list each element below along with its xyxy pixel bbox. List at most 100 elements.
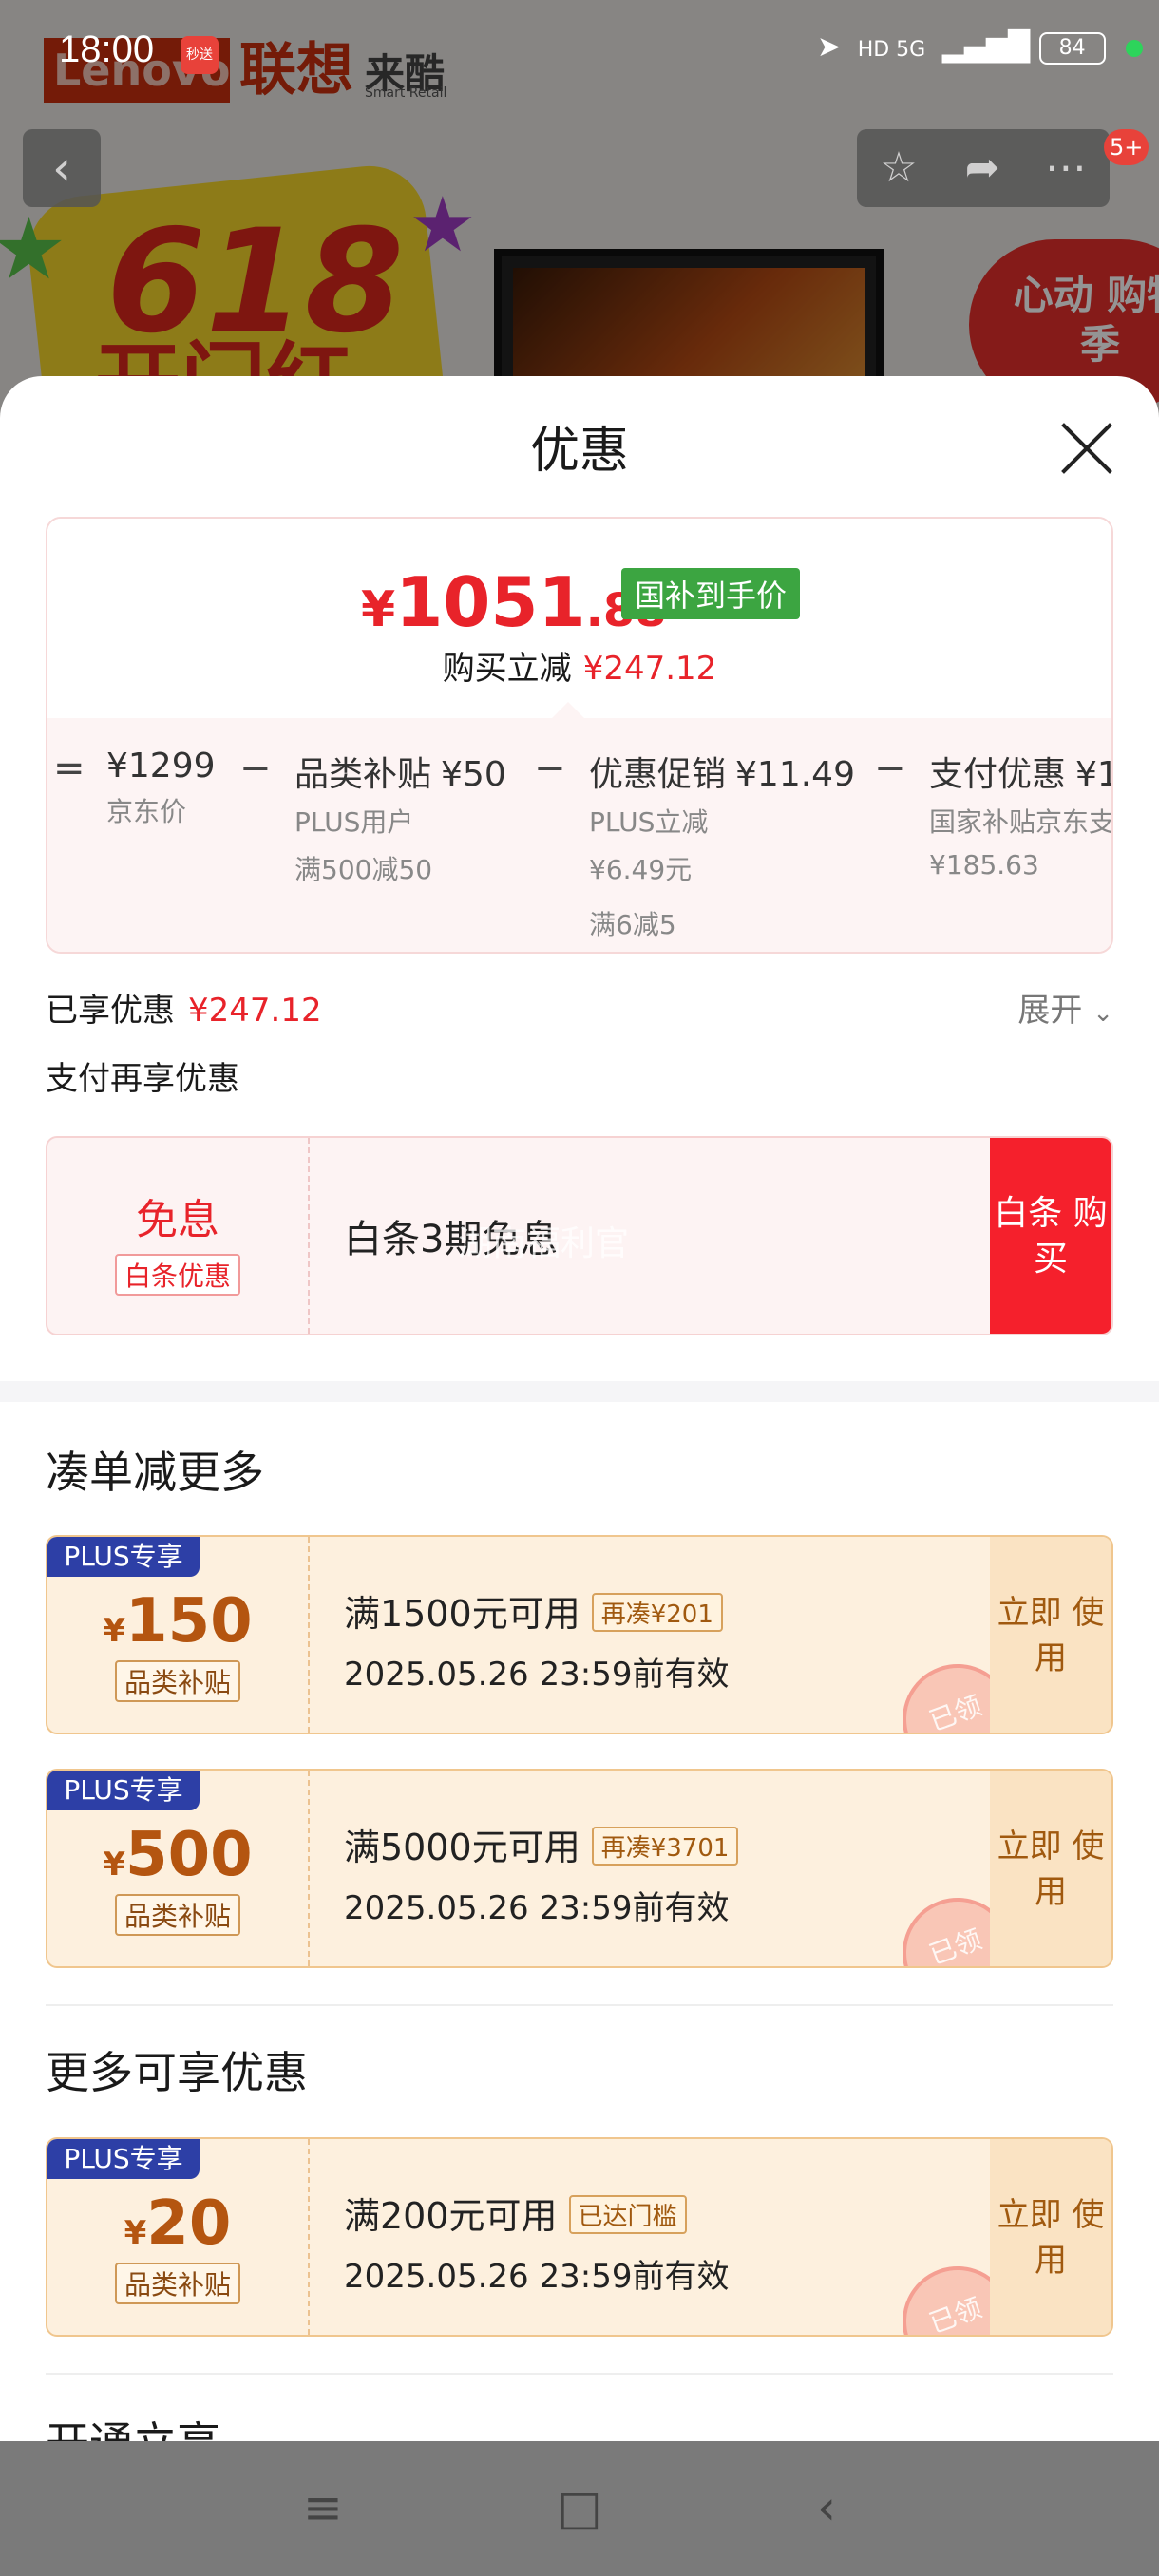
breakdown-category-subsidy: 品类补贴 ¥50 PLUS用户 满500减50 bbox=[294, 747, 506, 887]
coupon-condition: 满1500元可用 bbox=[344, 1593, 580, 1635]
section-title-more: 凑单减更多 bbox=[46, 1447, 264, 1498]
plus-exclusive-badge: PLUS专享 bbox=[48, 1537, 200, 1577]
minus-sign: − bbox=[534, 747, 566, 790]
instant-discount-row: 购买立减 ¥247.12 bbox=[48, 642, 1112, 689]
minus-sign: − bbox=[874, 747, 906, 790]
coupon-amount: ¥500 bbox=[48, 1820, 308, 1890]
baitiao-tag: 白条优惠 bbox=[114, 1254, 240, 1296]
network-label: HD 5G bbox=[857, 38, 926, 62]
home-icon[interactable]: □ bbox=[542, 2479, 618, 2536]
back-button[interactable]: ‹ bbox=[23, 129, 101, 207]
coupon-tag: 品类补贴 bbox=[114, 1660, 240, 1702]
enjoyed-label: 已享优惠 bbox=[46, 992, 175, 1030]
coupon-expiry: 2025.05.26 23:59前有效 bbox=[344, 1889, 730, 1927]
price-yen: ¥ bbox=[361, 581, 396, 638]
coupon-amount: ¥150 bbox=[48, 1586, 308, 1657]
status-bar: 18:00 秒送 ➤ HD 5G ▂▄▆█ 84 bbox=[0, 0, 1159, 106]
promotion-note1: PLUS立减 bbox=[589, 806, 709, 838]
app-notification-icon: 秒送 bbox=[180, 36, 218, 74]
price-summary-card: ¥1051.88 国补到手价 购买立减¥247.12 = ¥1299 京东价 −… bbox=[46, 517, 1113, 954]
price-top: ¥1051.88 国补到手价 购买立减¥247.12 bbox=[48, 519, 1112, 718]
coupon-tag: 品类补贴 bbox=[114, 1894, 240, 1936]
divider bbox=[46, 2004, 1113, 2006]
breakdown-payment: 支付优惠¥1 国家补贴京东支 ¥185.63 bbox=[929, 747, 1113, 881]
coupon-card[interactable]: ¥150 品类补贴 PLUS专享 满1500元可用 再凑¥201 2025.05.… bbox=[46, 1535, 1113, 1734]
back-icon[interactable]: ‹ bbox=[788, 2479, 864, 2536]
coupon-condition: 满5000元可用 bbox=[344, 1827, 580, 1868]
system-nav-bar: ≡ □ ‹ bbox=[0, 2441, 1159, 2576]
coupon-chip: 再凑¥201 bbox=[591, 1593, 723, 1632]
price-integer: 1051 bbox=[395, 562, 586, 642]
coupon-card[interactable]: ¥20 品类补贴 PLUS专享 满200元可用 已达门槛 2025.05.26 2… bbox=[46, 2137, 1113, 2337]
category-subsidy-note2: 满500减50 bbox=[294, 854, 433, 885]
baitiao-buy-button[interactable]: 白条 购买 bbox=[990, 1138, 1112, 1334]
section-title-available: 更多可享优惠 bbox=[46, 2047, 308, 2098]
plus-exclusive-badge: PLUS专享 bbox=[48, 1771, 200, 1810]
category-subsidy-note1: PLUS用户 bbox=[294, 806, 414, 838]
enjoyed-discount-row: 已享优惠 ¥247.12 展开 ⌄ bbox=[46, 984, 1113, 1031]
more-icon[interactable]: ⋯ bbox=[1024, 129, 1108, 207]
use-now-button[interactable]: 立即 使用 bbox=[990, 2139, 1112, 2335]
jd-price-value: ¥1299 bbox=[106, 747, 216, 786]
coupon-details: 满1500元可用 再凑¥201 2025.05.26 23:59前有效 bbox=[344, 1584, 729, 1695]
coupon-yen: ¥ bbox=[124, 2214, 147, 2252]
close-icon[interactable] bbox=[1056, 418, 1117, 479]
coupon-details: 满200元可用 已达门槛 2025.05.26 23:59前有效 bbox=[344, 2187, 729, 2297]
coupon-yen: ¥ bbox=[103, 1612, 126, 1650]
watermark-text: 湖南福利官 bbox=[458, 1224, 630, 1263]
coupon-condition: 满200元可用 bbox=[344, 2195, 558, 2237]
coupon-expiry: 2025.05.26 23:59前有效 bbox=[344, 2258, 730, 2296]
promotion-value: ¥11.49 bbox=[735, 755, 855, 794]
pay-more-heading: 支付再享优惠 bbox=[46, 1060, 239, 1098]
baitiao-title: 免息 bbox=[136, 1196, 219, 1244]
expand-button[interactable]: 展开 ⌄ bbox=[1017, 984, 1113, 1031]
notification-badge: 5+ bbox=[1104, 129, 1150, 165]
chevron-down-icon: ⌄ bbox=[1092, 999, 1113, 1028]
enjoyed-amount: ¥247.12 bbox=[188, 992, 322, 1030]
share-icon[interactable]: ➦ bbox=[940, 129, 1024, 207]
section-separator bbox=[0, 1381, 1159, 1402]
discount-sheet: 优惠 ¥1051.88 国补到手价 购买立减¥247.12 = ¥1299 京东… bbox=[0, 376, 1159, 2441]
coupon-amount-value: 20 bbox=[146, 2188, 232, 2259]
divider bbox=[46, 2373, 1113, 2375]
coupon-card[interactable]: ¥500 品类补贴 PLUS专享 满5000元可用 再凑¥3701 2025.05… bbox=[46, 1769, 1113, 1968]
promotion-note2: ¥6.49元 bbox=[589, 854, 693, 885]
promotion-label: 优惠促销 bbox=[589, 755, 727, 794]
top-actions-bar: ☆ ➦ ⋯ bbox=[857, 129, 1110, 207]
section-title-open: 开通立享 bbox=[46, 2409, 220, 2441]
breakdown-promotion: 优惠促销 ¥11.49 PLUS立减 ¥6.49元 满6减5 bbox=[589, 747, 855, 942]
subsidy-badge: 国补到手价 bbox=[621, 568, 801, 619]
baitiao-offer-card[interactable]: 免息 白条优惠 白条3期免息 湖南福利官 白条 购买 bbox=[46, 1136, 1113, 1335]
chevron-left-icon: ‹ bbox=[52, 141, 71, 196]
payment-label: 支付优惠 bbox=[929, 755, 1067, 794]
signal-icon: ▂▄▆█ bbox=[941, 30, 1031, 64]
location-icon: ➤ bbox=[817, 30, 842, 64]
battery-icon: 84 bbox=[1038, 31, 1106, 65]
expand-label: 展开 bbox=[1017, 992, 1083, 1030]
price-breakdown[interactable]: = ¥1299 京东价 − 品类补贴 ¥50 PLUS用户 满500减50 − 优… bbox=[48, 718, 1113, 952]
use-now-button[interactable]: 立即 使用 bbox=[990, 1537, 1112, 1733]
coupon-amount-value: 500 bbox=[125, 1820, 253, 1890]
plus-exclusive-badge: PLUS专享 bbox=[48, 2139, 200, 2179]
payment-note1: 国家补贴京东支 bbox=[929, 806, 1113, 838]
status-time: 18:00 bbox=[59, 28, 155, 70]
use-now-button[interactable]: 立即 使用 bbox=[990, 1771, 1112, 1966]
payment-value: ¥1 bbox=[1075, 755, 1112, 794]
coupon-expiry: 2025.05.26 23:59前有效 bbox=[344, 1656, 730, 1694]
favorite-star-icon[interactable]: ☆ bbox=[857, 129, 940, 207]
privacy-indicator-dot bbox=[1126, 39, 1144, 57]
menu-icon[interactable]: ≡ bbox=[285, 2479, 361, 2536]
minus-sign: − bbox=[239, 747, 272, 790]
category-subsidy-value: ¥50 bbox=[441, 755, 506, 794]
instant-label: 购买立减 bbox=[442, 650, 572, 688]
coupon-chip: 已达门槛 bbox=[568, 2195, 687, 2234]
coupon-tag: 品类补贴 bbox=[114, 2263, 240, 2304]
category-subsidy-label: 品类补贴 bbox=[294, 755, 432, 794]
jd-price-label: 京东价 bbox=[106, 796, 187, 827]
coupon-amount-value: 150 bbox=[125, 1586, 253, 1657]
breakdown-jd-price: ¥1299 京东价 bbox=[106, 747, 216, 831]
payment-note2: ¥185.63 bbox=[929, 849, 1039, 881]
promotion-note3: 满6减5 bbox=[589, 909, 676, 940]
instant-amount: ¥247.12 bbox=[582, 650, 717, 688]
sheet-title: 优惠 bbox=[529, 423, 629, 480]
